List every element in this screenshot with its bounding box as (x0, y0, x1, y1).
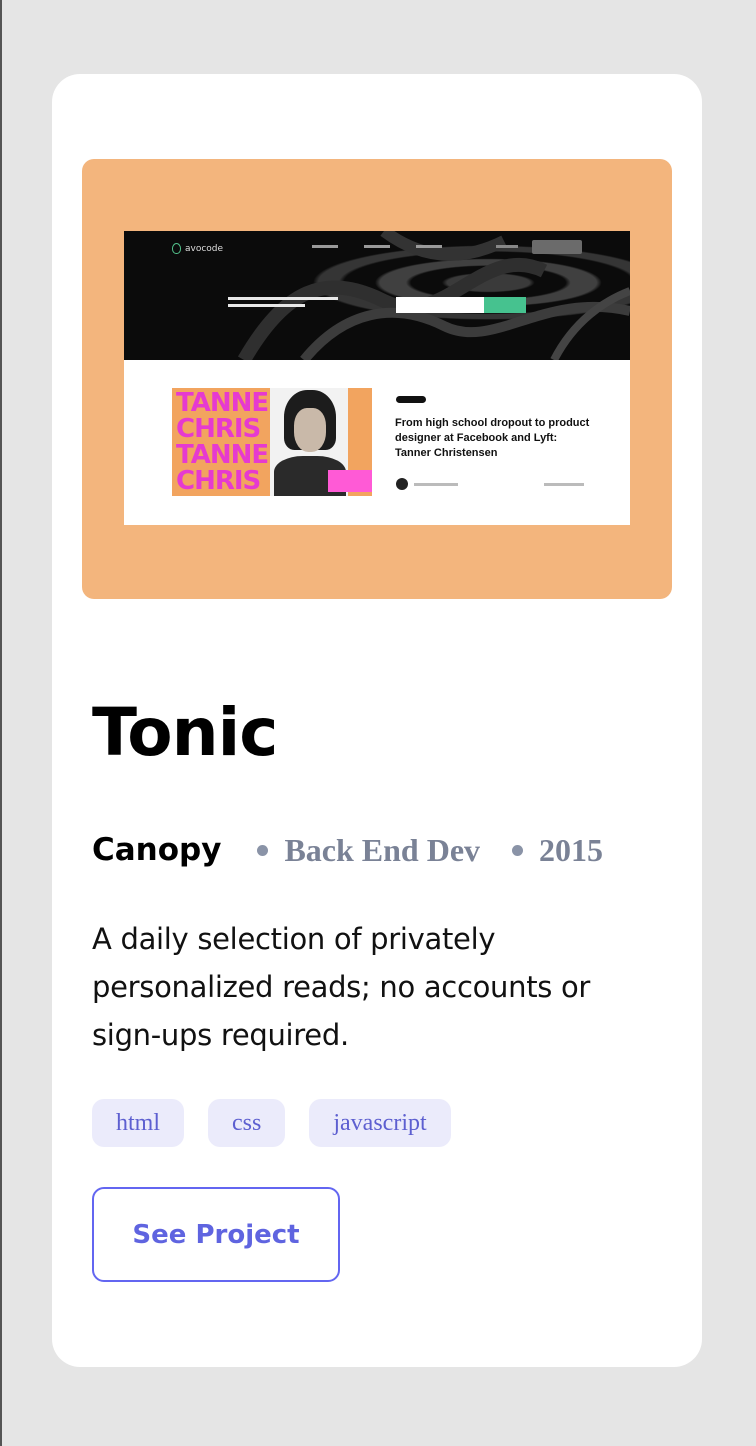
screenshot-login-link (496, 245, 518, 248)
article-headline: From high school dropout to product desi… (395, 417, 590, 459)
author-name (414, 483, 458, 486)
tag-html: html (92, 1099, 185, 1147)
tag-javascript: javascript (309, 1099, 451, 1147)
bullet-icon (512, 844, 524, 856)
screenshot-nav (312, 245, 442, 248)
screenshot-logo-text: avocode (185, 243, 224, 254)
thumbnail-label (328, 470, 372, 492)
bullet-icon (257, 844, 269, 856)
screenshot-hero-banner: avocode (124, 231, 630, 360)
screenshot-nav-button (532, 240, 582, 254)
art-line: CHRIS (176, 414, 261, 444)
avocado-icon (172, 243, 181, 254)
project-role: Back End Dev (284, 832, 481, 868)
screenshot-email-input (396, 297, 484, 313)
art-line: CHRIS (176, 466, 261, 496)
art-line: TANNE (176, 440, 269, 470)
article-thumbnail: TANNE CHRIS TANNE CHRIS (172, 388, 372, 496)
website-screenshot: avocode TANNE CHRIS TANNE CHRIS From hig… (124, 231, 630, 525)
company-name: Canopy (92, 832, 222, 868)
article-date (544, 483, 584, 486)
project-year: 2015 (539, 832, 604, 868)
tag-css: css (208, 1099, 286, 1147)
see-project-button[interactable]: See Project (92, 1187, 340, 1282)
screenshot-subscribe-button (484, 297, 526, 313)
project-meta: Canopy Back End Dev 2015 (92, 828, 603, 872)
screenshot-hero-text (228, 297, 338, 311)
art-line: TANNE (176, 388, 269, 418)
project-title: Tonic (92, 694, 278, 771)
window-left-border (0, 0, 2, 1446)
project-card: avocode TANNE CHRIS TANNE CHRIS From hig… (52, 74, 702, 1367)
article-category-pill (396, 396, 426, 403)
project-preview-image: avocode TANNE CHRIS TANNE CHRIS From hig… (82, 159, 672, 599)
tech-tags: html css javascript (92, 1099, 451, 1147)
project-description: A daily selection of privately personali… (92, 922, 591, 1052)
screenshot-logo: avocode (172, 243, 223, 254)
author-avatar (396, 478, 408, 490)
